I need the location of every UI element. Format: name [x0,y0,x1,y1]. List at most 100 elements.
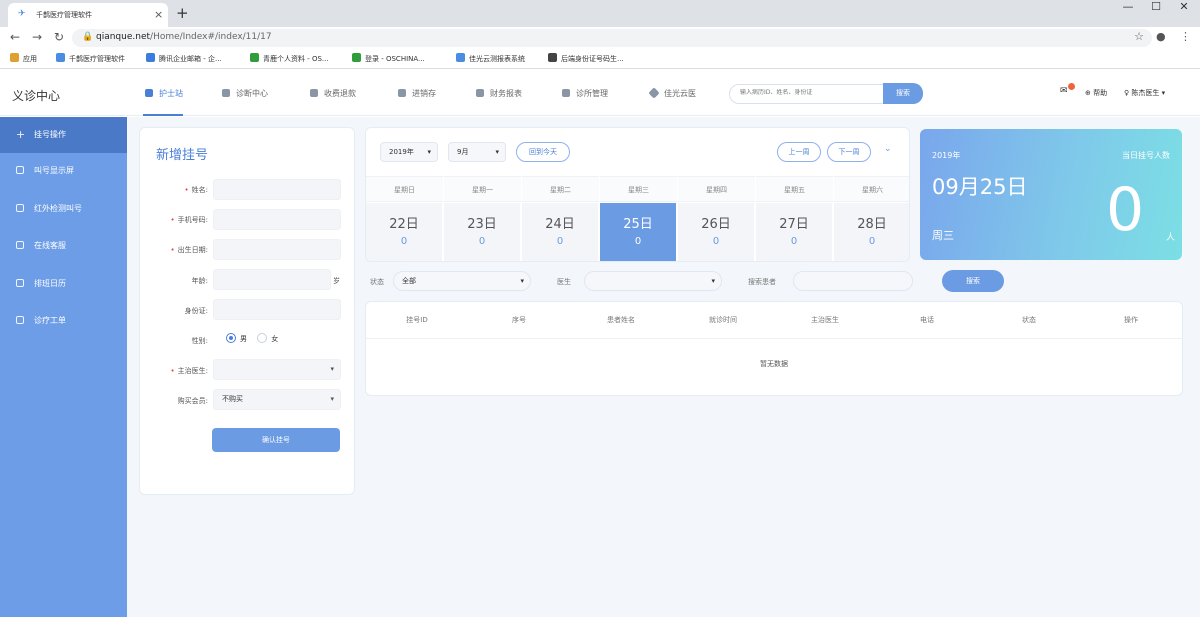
today-button[interactable]: 回到今天 [516,142,570,162]
phone-input[interactable] [213,209,341,230]
doctor-filter-select[interactable]: ▾ [584,271,722,291]
new-tab-button[interactable]: + [176,4,189,22]
header-search-input[interactable] [740,89,880,96]
bookmark-item[interactable]: 后端身份证号码生... [548,53,624,64]
gender-male-radio[interactable]: 男 [226,333,247,343]
name-input[interactable] [213,179,341,200]
stats-count: 0 [1106,175,1145,245]
id-card-input[interactable] [213,299,341,320]
close-window-icon[interactable]: ✕ [1166,0,1200,16]
day-cell[interactable]: 24日 0 [522,203,598,261]
url-path: /Home/Index#/index/11/17 [150,32,272,42]
month-select[interactable]: 9月 ▾ [448,142,506,162]
day-count: 0 [790,236,798,247]
gender-female-radio[interactable]: 女 [257,333,278,343]
patient-search-input[interactable] [793,271,913,291]
weekday-label: 星期六 [834,176,909,202]
column-header: 操作 [1124,316,1138,324]
stats-year: 2019年 [932,151,961,160]
profile-icon[interactable]: ● [1156,30,1166,43]
menu-diagnosis-center[interactable]: 诊断中心 [222,88,268,99]
age-unit: 岁 [333,277,340,285]
close-tab-icon[interactable]: × [154,8,163,21]
calendar-card: 2019年 ▾ 9月 ▾ 回到今天 上一周 下一周 ⌄ 星期日 星期一 星期二 星期… [365,127,910,262]
day-count: 0 [868,236,876,247]
sidebar-item-online-service[interactable]: 在线客服 [0,228,127,264]
bookmark-star-icon[interactable]: ☆ [1134,30,1144,43]
form-title: 新增挂号 [156,148,209,163]
day-cell[interactable]: 22日 0 [366,203,442,261]
gender-label: 性别: [191,337,208,345]
header-search-box [729,84,885,104]
prev-week-button[interactable]: 上一周 [777,142,821,162]
sidebar-item-schedule[interactable]: 排班日历 [0,266,127,302]
day-cell[interactable]: 27日 0 [756,203,832,261]
status-filter-select[interactable]: 全部 ▾ [393,271,531,291]
notification-badge [1068,83,1075,90]
bookmark-item[interactable]: 腾讯企业邮箱 - 企... [146,53,222,64]
menu-inventory[interactable]: 进销存 [398,88,436,99]
sidebar-item-registration[interactable]: + 挂号操作 [0,117,127,153]
day-cell-selected[interactable]: 25日 0 [600,203,676,261]
user-menu[interactable]: ♀ 陈杰医生 ▾ [1124,88,1165,98]
name-label: 姓名: [191,186,208,194]
stats-date: 09月25日 [932,175,1028,199]
year-select[interactable]: 2019年 ▾ [380,142,438,162]
app-header: 义诊中心 护士站 诊断中心 收费退款 进销存 财务报表 诊所管理 佳光云医 搜索… [0,70,1200,116]
membership-select[interactable]: 不购买 ▾ [213,389,341,410]
billing-icon [310,89,318,97]
url-field[interactable]: 🔒 qianque.net/Home/Index#/index/11/17 ☆ [72,29,1152,47]
bookmark-favicon-icon [456,53,465,62]
bookmark-favicon-icon [56,53,65,62]
back-icon[interactable]: ← [10,30,20,44]
reload-icon[interactable]: ↻ [54,30,64,44]
sidebar-item-infrared-call[interactable]: 红外检测叫号 [0,191,127,227]
browser-tab[interactable]: ✈ 千鹊医疗管理软件 × [8,3,168,27]
bookmark-item[interactable]: 登录 - OSCHINA... [352,53,425,64]
caret-down-icon: ▾ [330,395,334,403]
notification-icon[interactable]: ✉ [1060,86,1068,96]
bookmark-item[interactable]: 佳光云测报表系统 [456,53,525,64]
bookmark-item[interactable]: 千鹊医疗管理软件 [56,53,125,64]
age-input[interactable] [213,269,331,290]
menu-billing[interactable]: 收费退款 [310,88,356,99]
apps-grid-icon [10,53,19,62]
menu-finance-report[interactable]: 财务报表 [476,88,522,99]
menu-clinic-management[interactable]: 诊所管理 [562,88,608,99]
next-week-button[interactable]: 下一周 [827,142,871,162]
confirm-register-button[interactable]: 确认挂号 [212,428,340,452]
bookmark-apps[interactable]: 应用 [10,53,37,64]
site-favicon-icon: ✈ [18,9,26,19]
empty-table-message: 暂无数据 [366,338,1182,388]
status-filter-label: 状态 [370,278,384,286]
weekday-label: 星期三 [600,176,677,202]
day-cell[interactable]: 26日 0 [678,203,754,261]
menu-cloud-doctor[interactable]: 佳光云医 [648,87,696,99]
column-header: 就诊时间 [709,316,737,324]
day-count: 0 [712,236,720,247]
help-link[interactable]: ⊕ 帮助 [1085,88,1107,98]
caret-down-icon: ▾ [711,277,715,285]
day-cell[interactable]: 23日 0 [444,203,520,261]
menu-nurse-station[interactable]: 护士站 [145,88,183,99]
browser-menu-icon[interactable]: ⋮ [1180,30,1191,43]
doctor-select[interactable]: ▾ [213,359,341,380]
day-date: 24日 [545,217,575,232]
weekday-label: 星期二 [522,176,599,202]
sidebar-item-call-screen[interactable]: 叫号显示屏 [0,153,127,189]
sidebar-item-work-order[interactable]: 诊疗工单 [0,303,127,339]
header-search-button[interactable]: 搜索 [883,83,923,104]
day-cell[interactable]: 28日 0 [834,203,909,261]
registration-table: 挂号ID 序号 患者姓名 就诊时间 主治医生 电话 状态 操作 暂无数据 [365,301,1183,396]
birthday-input[interactable] [213,239,341,260]
forward-icon[interactable]: → [32,30,42,44]
caret-down-icon: ▾ [1161,89,1166,97]
bookmark-item[interactable]: 青鹿个人资料 - OS... [250,53,329,64]
double-chevron-down-icon[interactable]: ⌄ [884,144,892,154]
filter-search-button[interactable]: 搜索 [942,270,1004,292]
day-date: 22日 [389,217,419,232]
column-header: 主治医生 [811,316,839,324]
birthday-label: 出生日期: [177,246,208,254]
day-count: 0 [634,236,642,247]
browser-tab-bar: ✈ 千鹊医疗管理软件 × + — ☐ ✕ [0,0,1200,27]
